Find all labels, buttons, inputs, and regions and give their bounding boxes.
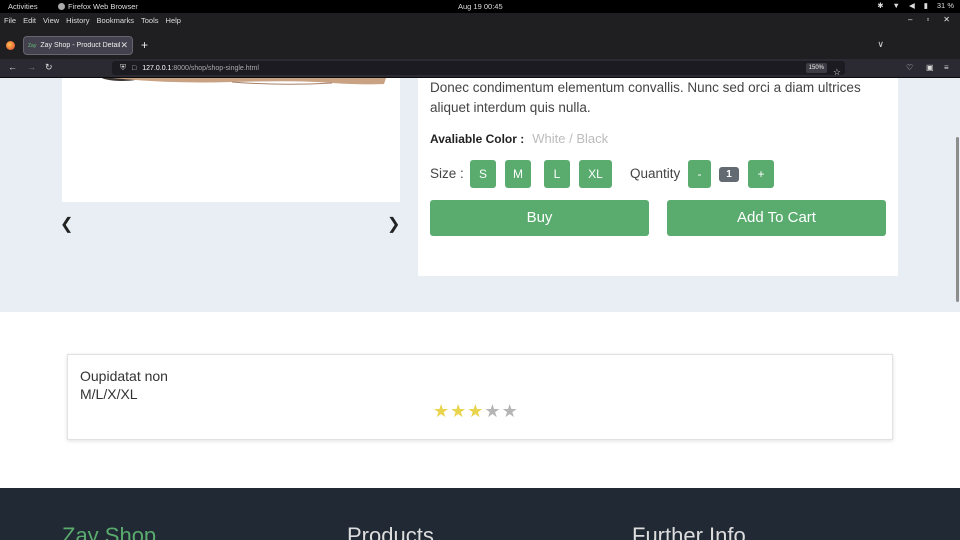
forward-icon[interactable]: → [27, 62, 36, 72]
product-image-card [62, 78, 400, 202]
url-host: 127.0.0.1 [142, 64, 172, 72]
related-products-section: Oupidatat non M/L/X/XL ★ ★ ★ ★ ★ [0, 312, 960, 488]
footer-products-heading: Products [347, 523, 434, 540]
tab-title: Zay Shop - Product Detail [40, 42, 121, 49]
tab-zay-shop[interactable]: Zay Zay Shop - Product Detail ✕ [23, 36, 133, 55]
page-scrollbar[interactable] [956, 137, 959, 302]
product-description: Donec condimentum elementum convallis. N… [430, 80, 861, 115]
zoom-level[interactable]: 150% [805, 63, 827, 73]
related-product-card[interactable]: Oupidatat non M/L/X/XL ★ ★ ★ ★ ★ [67, 354, 893, 440]
battery-icon: ▮ [923, 1, 928, 10]
related-product-name[interactable]: Oupidatat non [80, 368, 168, 384]
system-top-bar: Activities Firefox Web Browser Aug 19 00… [0, 0, 960, 13]
rating-stars: ★ ★ ★ ★ ★ [433, 401, 518, 421]
hamburger-menu-icon[interactable]: ≡ [944, 63, 949, 72]
menu-bookmarks[interactable]: Bookmarks [97, 16, 135, 25]
shield-icon[interactable]: ⛨ [120, 63, 126, 73]
quantity-minus-button[interactable]: - [688, 160, 711, 188]
footer-further-info-heading: Further Info [632, 523, 746, 540]
carousel-prev-icon[interactable]: ❮ [60, 214, 73, 234]
navigation-bar: ← → ↻ ⛨ □ 127.0.0.1:8000/shop/shop-singl… [0, 59, 960, 78]
system-tray[interactable]: ✱ ▼ ◀ ▮ 31 % [877, 1, 954, 10]
app-menu[interactable]: Firefox Web Browser [58, 2, 138, 11]
product-detail-card: Donec condimentum elementum convallis. N… [418, 78, 898, 276]
close-tab-icon[interactable]: ✕ [120, 40, 128, 51]
star-icon: ★ [450, 401, 467, 421]
maximize-icon[interactable]: ▫ [926, 15, 929, 24]
bluetooth-icon: ✱ [877, 1, 884, 10]
new-tab-icon[interactable]: + [141, 38, 148, 52]
firefox-view-icon[interactable] [6, 41, 15, 50]
star-icon: ★ [484, 401, 501, 421]
star-icon: ★ [501, 401, 518, 421]
tab-favicon: Zay [28, 42, 37, 49]
menu-history[interactable]: History [66, 16, 89, 25]
quantity-plus-button[interactable]: + [748, 160, 774, 188]
battery-percent: 31 % [936, 1, 954, 10]
page-viewport: ❮ ❯ Donec condimentum elementum convalli… [0, 78, 960, 540]
color-label: Avaliable Color : [430, 132, 525, 146]
footer: Zay Shop Products Further Info [0, 488, 960, 540]
footer-brand[interactable]: Zay Shop [62, 523, 156, 540]
volume-icon: ◀ [908, 1, 915, 10]
minimize-icon[interactable]: – [908, 15, 912, 24]
star-icon: ★ [467, 401, 484, 421]
app-name: Firefox Web Browser [68, 2, 138, 11]
carousel-next-icon[interactable]: ❯ [387, 214, 400, 234]
reload-icon[interactable]: ↻ [45, 62, 53, 73]
size-label: Size : [430, 166, 464, 181]
size-button-xl[interactable]: XL [579, 160, 612, 188]
url-path: :8000/shop/shop-single.html [171, 64, 259, 72]
related-product-sizes: M/L/X/XL [80, 386, 138, 402]
quantity-value: 1 [719, 167, 739, 182]
firefox-icon [58, 3, 65, 10]
menu-view[interactable]: View [43, 16, 59, 25]
chevron-down-icon[interactable]: ∨ [877, 39, 884, 50]
activities-button[interactable]: Activities [8, 2, 38, 11]
back-icon[interactable]: ← [8, 62, 17, 72]
available-color: Avaliable Color : White / Black [430, 131, 608, 146]
menu-file[interactable]: File [4, 16, 16, 25]
add-to-cart-button[interactable]: Add To Cart [667, 200, 886, 236]
menu-help[interactable]: Help [166, 16, 181, 25]
page-icon[interactable]: □ [132, 65, 136, 72]
size-button-l[interactable]: L [544, 160, 570, 188]
buy-button[interactable]: Buy [430, 200, 649, 236]
extensions-icon[interactable]: ▣ [926, 63, 934, 72]
wifi-icon: ▼ [892, 1, 900, 10]
clock[interactable]: Aug 19 00:45 [458, 2, 503, 11]
close-window-icon[interactable]: ✕ [943, 15, 950, 24]
color-value: White / Black [532, 131, 609, 146]
menu-tools[interactable]: Tools [141, 16, 159, 25]
quantity-label: Quantity [630, 166, 681, 181]
size-button-m[interactable]: M [505, 160, 531, 188]
star-icon: ★ [433, 401, 450, 421]
product-image [101, 78, 386, 85]
size-button-s[interactable]: S [470, 160, 496, 188]
url-bar[interactable]: ⛨ □ 127.0.0.1:8000/shop/shop-single.html… [112, 61, 845, 77]
menu-edit[interactable]: Edit [23, 16, 36, 25]
tab-strip: Zay Zay Shop - Product Detail ✕ + ∨ [0, 27, 960, 59]
pocket-icon[interactable]: ♡ [906, 63, 913, 72]
menu-bar: File Edit View History Bookmarks Tools H… [0, 13, 960, 27]
